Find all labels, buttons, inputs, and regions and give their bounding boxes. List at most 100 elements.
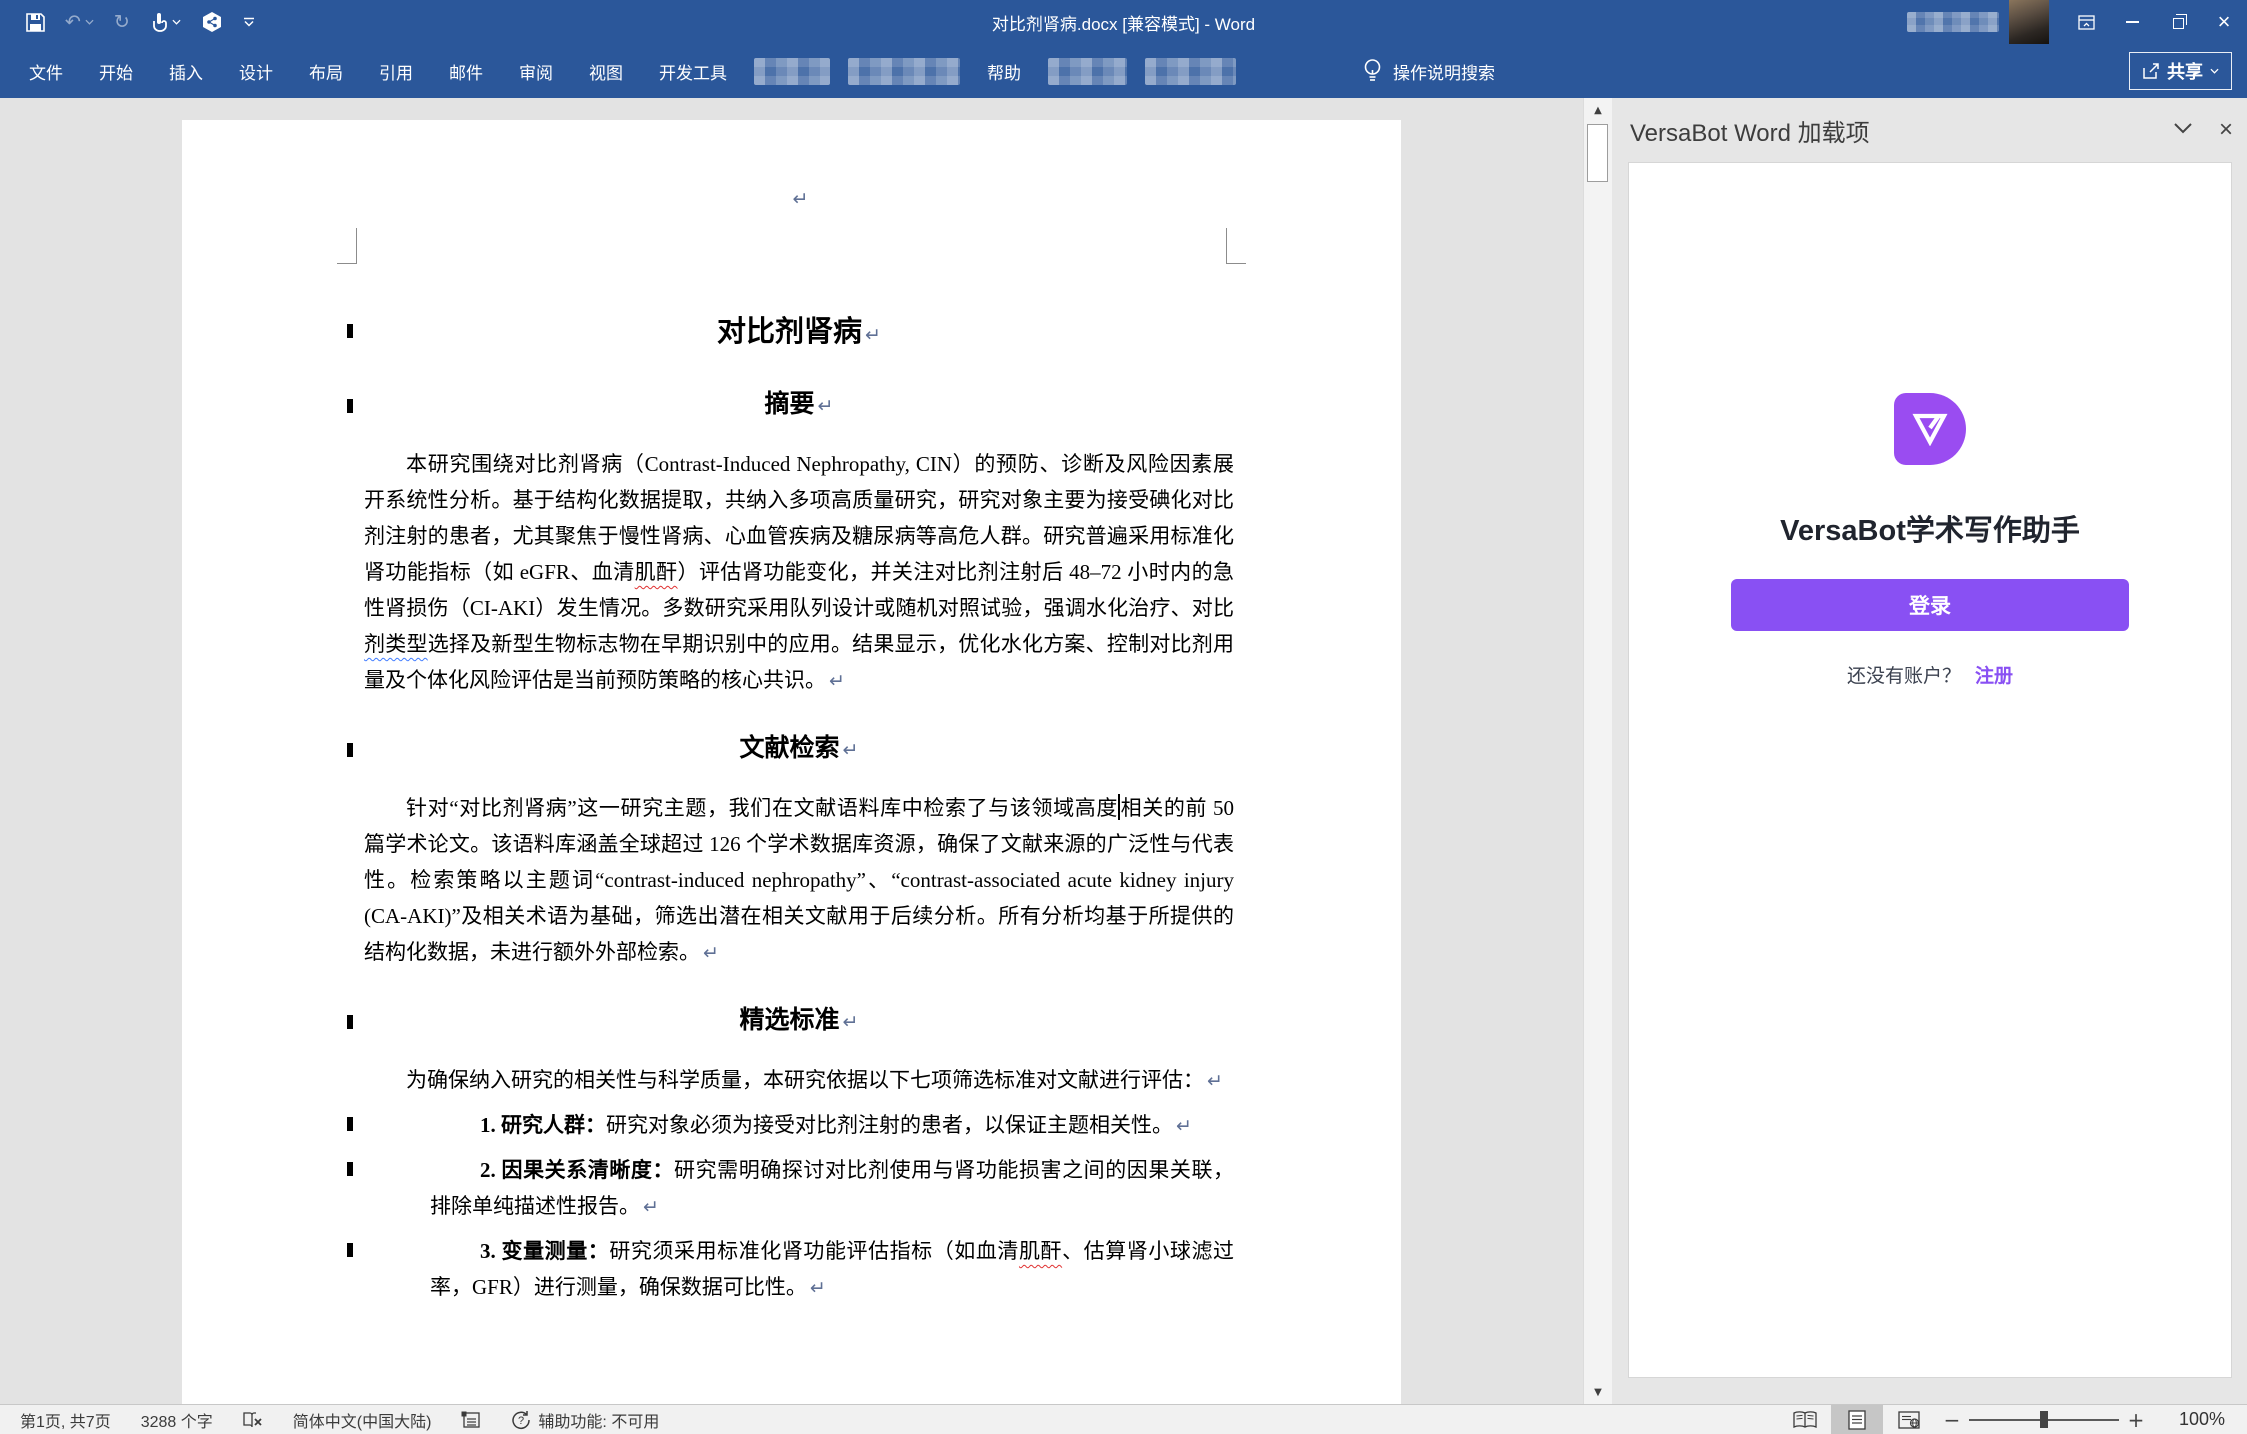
language-button[interactable]: 简体中文(中国大陆)	[293, 1408, 432, 1432]
doc-paragraph[interactable]: 3. 变量测量：研究须采用标准化肾功能评估指标（如血清肌酐、估算肾小球滤过率，G…	[430, 1233, 1234, 1306]
panel-menu-button[interactable]	[2173, 121, 2193, 139]
doc-heading[interactable]: 文献检索↵	[364, 731, 1234, 768]
text-run: 肌酐	[635, 560, 678, 584]
text-run: 1. 研究人群：	[480, 1113, 606, 1137]
ribbon-tab[interactable]: 审阅	[501, 45, 571, 98]
ribbon-tab[interactable]: 开始	[81, 45, 151, 98]
doc-paragraph[interactable]: 为确保纳入研究的相关性与科学质量，本研究依据以下七项筛选标准对文献进行评估：↵	[364, 1062, 1234, 1099]
scroll-up-button[interactable]: ▲	[1584, 98, 1612, 122]
text-run: 2. 因果关系清晰度：	[480, 1158, 674, 1182]
addin-panel-title: VersaBot Word 加载项	[1630, 113, 2173, 148]
close-icon: ×	[2218, 11, 2231, 33]
tell-me-search[interactable]: 操作说明搜索	[1363, 44, 1495, 98]
pilcrow-mark: ↵	[703, 942, 719, 964]
close-button[interactable]: ×	[2201, 0, 2247, 44]
scrollbar-thumb[interactable]	[1587, 124, 1608, 182]
pilcrow-mark: ↵	[865, 324, 881, 346]
read-mode-button[interactable]	[1779, 1405, 1831, 1434]
ribbon-tab-redacted[interactable]	[1145, 58, 1236, 85]
page-indicator[interactable]: 第1页, 共7页	[20, 1408, 111, 1432]
heading-text: 文献检索	[740, 735, 840, 762]
doc-paragraph[interactable]: 针对“对比剂肾病”这一研究主题，我们在文献语料库中检索了与该领域高度相关的前 5…	[364, 790, 1234, 971]
doc-heading[interactable]: 对比剂肾病↵	[364, 312, 1234, 355]
document-page[interactable]: ↵对比剂肾病↵摘要↵本研究围绕对比剂肾病（Contrast-Induced Ne…	[182, 120, 1401, 1404]
doc-paragraph[interactable]: ↵	[364, 186, 1234, 208]
read-mode-icon	[1793, 1411, 1817, 1429]
minimize-button[interactable]	[2109, 0, 2155, 44]
zoom-slider-handle[interactable]	[2040, 1411, 2048, 1428]
no-account-text: 还没有账户？	[1847, 661, 1961, 688]
pilcrow-mark: ↵	[810, 1277, 826, 1299]
panel-close-button[interactable]: ×	[2219, 118, 2233, 142]
text-run: 针对“对比剂肾病”这一研究主题，我们在文献语料库中检索了与该领域高度	[406, 796, 1118, 820]
zoom-slider[interactable]	[1969, 1405, 2119, 1434]
chevron-down-icon	[2173, 122, 2193, 134]
text-run: 为确保纳入研究的相关性与科学质量，本研究依据以下七项筛选标准对文献进行评估：	[406, 1068, 1204, 1092]
pilcrow-mark: ↵	[793, 188, 809, 210]
addin-brand-title: VersaBot学术写作助手	[1780, 507, 2080, 549]
proofing-book-icon	[243, 1411, 263, 1429]
doc-heading[interactable]: 摘要↵	[364, 387, 1234, 424]
pilcrow-mark: ↵	[843, 739, 859, 761]
scroll-down-button[interactable]: ▼	[1584, 1380, 1612, 1404]
text-run: 剂类型	[364, 632, 428, 656]
macro-recording-button[interactable]	[461, 1411, 481, 1429]
ribbon-tab[interactable]: 插入	[151, 45, 221, 98]
chevron-down-icon	[2210, 68, 2219, 74]
ribbon-tab-bar: 文件开始插入设计布局引用邮件审阅视图开发工具 帮助 操作说明搜索 共享	[0, 44, 2247, 98]
pilcrow-mark: ↵	[829, 670, 845, 692]
versabot-logo	[1894, 393, 1966, 465]
zoom-level[interactable]: 100%	[2153, 1409, 2225, 1430]
macro-icon	[461, 1411, 481, 1429]
print-layout-icon	[1848, 1410, 1866, 1430]
ribbon-tab[interactable]: 邮件	[431, 45, 501, 98]
text-run: 肌酐	[1019, 1239, 1062, 1263]
ribbon-tab[interactable]: 帮助	[969, 45, 1039, 98]
ribbon-tab[interactable]: 开发工具	[641, 45, 745, 98]
ribbon-tab-redacted[interactable]	[754, 58, 830, 85]
share-button[interactable]: 共享	[2129, 52, 2232, 90]
ribbon-tab[interactable]: 文件	[11, 45, 81, 98]
pilcrow-mark: ↵	[1176, 1115, 1192, 1137]
addin-task-pane: VersaBot Word 加载项 × VersaBot学术写作助手 登录 还没…	[1612, 98, 2247, 1404]
ribbon-tab-redacted[interactable]	[1048, 58, 1127, 85]
ribbon-tab[interactable]: 布局	[291, 45, 361, 98]
ribbon-tab[interactable]: 视图	[571, 45, 641, 98]
word-count[interactable]: 3288 个字	[141, 1408, 213, 1432]
zoom-in-button[interactable]: +	[2119, 1408, 2153, 1432]
ribbon-tab-redacted[interactable]	[848, 58, 960, 85]
status-bar: 第1页, 共7页 3288 个字 简体中文(中国大陆)	[0, 1404, 2247, 1434]
doc-paragraph[interactable]: 本研究围绕对比剂肾病（Contrast-Induced Nephropathy,…	[364, 446, 1234, 699]
document-text-area[interactable]: ↵对比剂肾病↵摘要↵本研究围绕对比剂肾病（Contrast-Induced Ne…	[364, 120, 1234, 1306]
web-layout-button[interactable]	[1883, 1405, 1935, 1434]
pilcrow-mark: ↵	[818, 395, 834, 417]
pilcrow-mark: ↵	[643, 1196, 659, 1218]
doc-heading[interactable]: 精选标准↵	[364, 1003, 1234, 1040]
margin-mark-left	[337, 228, 357, 264]
text-run: 相关的前 50 篇学术论文。该语料库涵盖全球超过 126 个学术数据库资源，确保…	[364, 796, 1234, 964]
restore-button[interactable]	[2155, 0, 2201, 44]
accessibility-icon: ?	[511, 1410, 531, 1430]
ribbon-tab[interactable]: 设计	[221, 45, 291, 98]
ribbon-tab[interactable]: 引用	[361, 45, 431, 98]
text-run: 研究对象必须为接受对比剂注射的患者，以保证主题相关性。	[606, 1113, 1173, 1137]
doc-paragraph[interactable]: 1. 研究人群：研究对象必须为接受对比剂注射的患者，以保证主题相关性。↵	[430, 1107, 1234, 1144]
register-link[interactable]: 注册	[1975, 661, 2013, 688]
addin-login-card: VersaBot学术写作助手 登录 还没有账户？ 注册	[1628, 162, 2232, 1378]
share-icon	[2142, 62, 2160, 80]
proofing-errors-button[interactable]	[243, 1411, 263, 1429]
login-button[interactable]: 登录	[1731, 579, 2129, 631]
user-avatar[interactable]	[2009, 0, 2049, 44]
document-canvas[interactable]: ↵对比剂肾病↵摘要↵本研究围绕对比剂肾病（Contrast-Induced Ne…	[0, 98, 1612, 1404]
heading-text: 摘要	[765, 391, 815, 418]
accessibility-status[interactable]: ? 辅助功能: 不可用	[511, 1408, 659, 1432]
pilcrow-mark: ↵	[843, 1011, 859, 1033]
ribbon-display-options-button[interactable]	[2063, 0, 2109, 44]
tell-me-search-label: 操作说明搜索	[1393, 59, 1495, 84]
zoom-out-button[interactable]: −	[1935, 1408, 1969, 1432]
vertical-scrollbar[interactable]: ▲ ▼	[1583, 98, 1612, 1404]
doc-paragraph[interactable]: 2. 因果关系清晰度：研究需明确探讨对比剂使用与肾功能损害之间的因果关联，排除单…	[430, 1152, 1234, 1225]
accessibility-label: 辅助功能: 不可用	[538, 1408, 659, 1432]
text-run: 研究须采用标准化肾功能评估指标（如血清	[609, 1239, 1019, 1263]
print-layout-button[interactable]	[1831, 1405, 1883, 1434]
